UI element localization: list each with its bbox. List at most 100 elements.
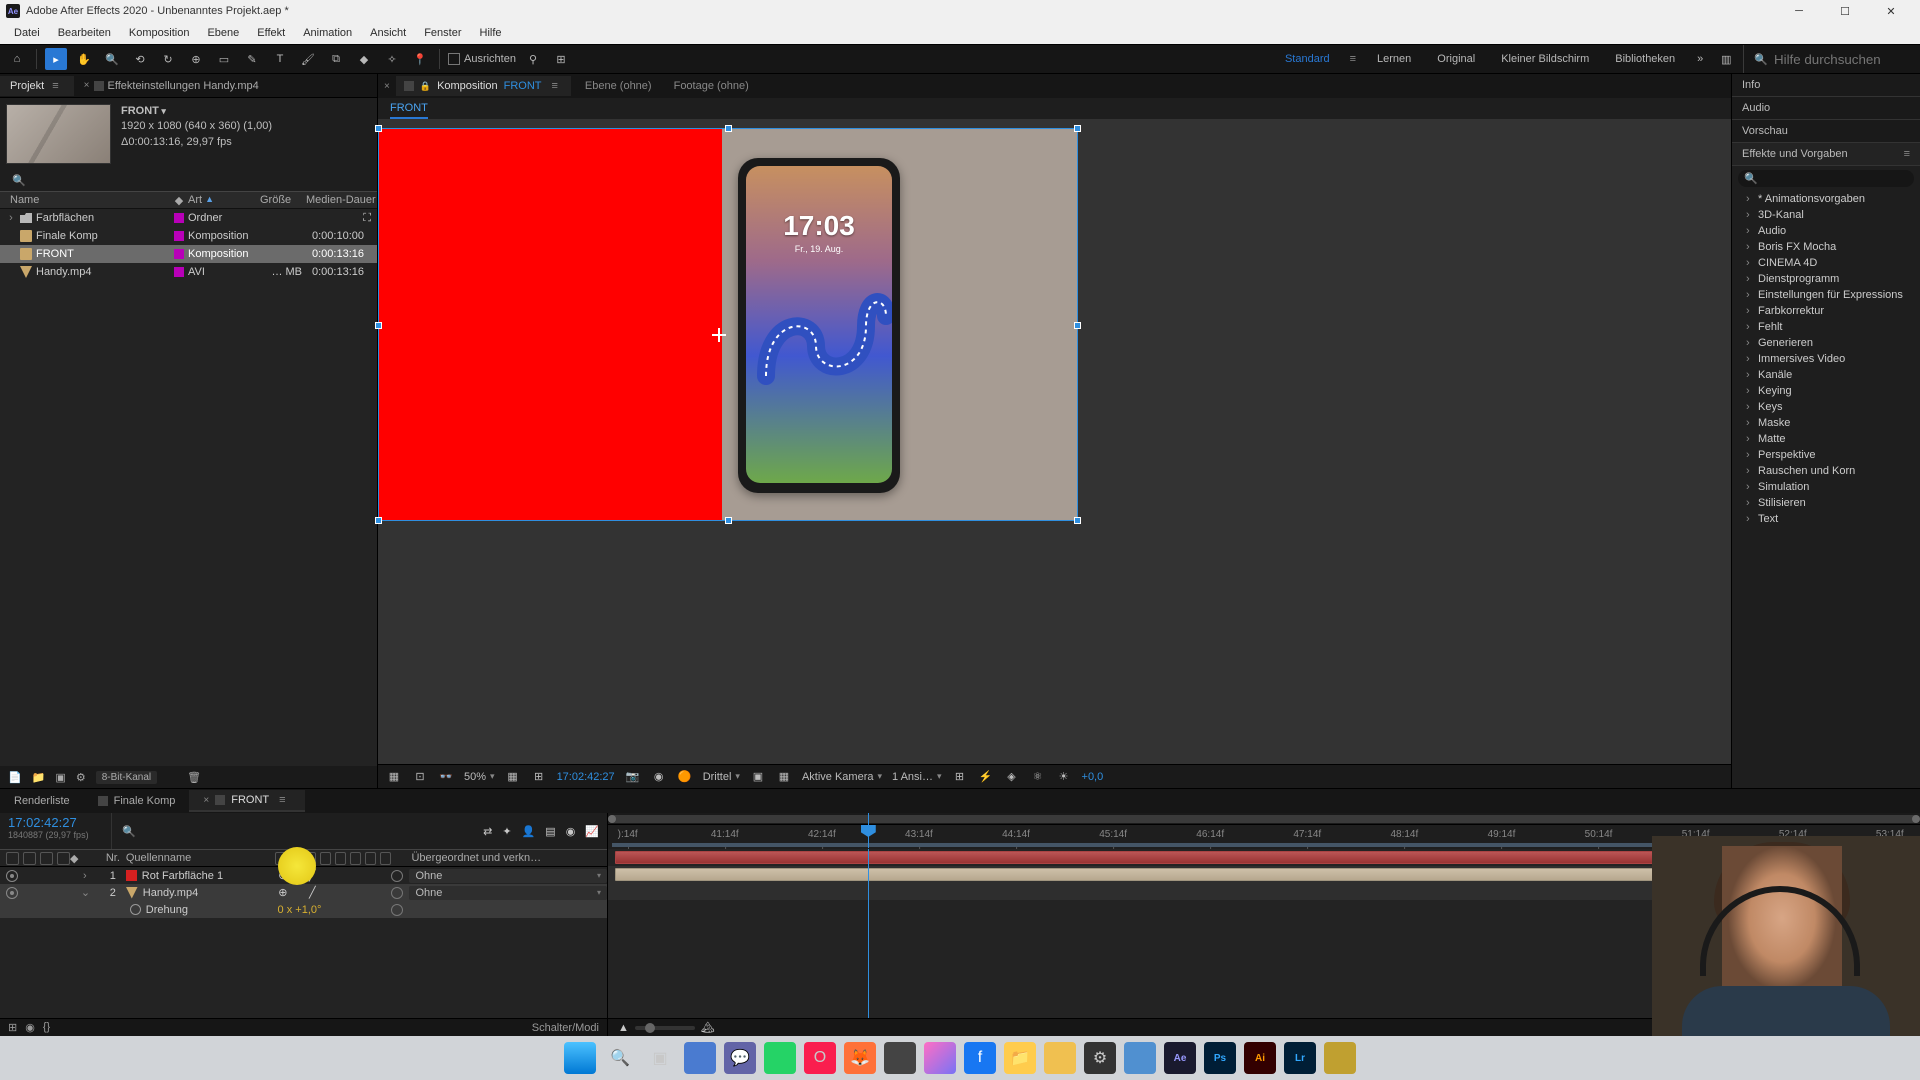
breadcrumb-item[interactable]: FRONT xyxy=(390,102,428,119)
zoom-tool[interactable]: 🔍 xyxy=(101,48,123,70)
effects-panel-header[interactable]: Effekte und Vorgaben≡ xyxy=(1732,143,1920,166)
graph-editor-icon[interactable]: 📈 xyxy=(585,825,599,838)
fx-category[interactable]: Audio xyxy=(1732,223,1920,239)
motion-blur-icon[interactable]: ◉ xyxy=(566,825,576,838)
shy-switch[interactable]: ⊕ xyxy=(278,869,287,882)
pen-tool[interactable]: ✎ xyxy=(241,48,263,70)
menu-animation[interactable]: Animation xyxy=(295,25,360,41)
zoom-out-icon[interactable]: ▲ xyxy=(618,1022,629,1034)
project-item-folder[interactable]: ›Farbflächen Ordner ⛶ xyxy=(0,209,377,227)
layer-name[interactable]: Rot Farbfläche 1 xyxy=(142,870,223,882)
fx-category[interactable]: Keying xyxy=(1732,383,1920,399)
quality-switch[interactable]: ╱ xyxy=(309,869,316,882)
timeline-search[interactable]: 🔍 xyxy=(112,813,483,849)
menu-help[interactable]: Hilfe xyxy=(472,25,510,41)
menu-composition[interactable]: Komposition xyxy=(121,25,198,41)
fx-category[interactable]: Text xyxy=(1732,511,1920,527)
fx-category[interactable]: Stilisieren xyxy=(1732,495,1920,511)
start-button[interactable] xyxy=(564,1042,596,1074)
timeline-tab[interactable]: Finale Komp xyxy=(84,791,190,811)
menu-window[interactable]: Fenster xyxy=(416,25,469,41)
fx-category[interactable]: Keys xyxy=(1732,399,1920,415)
taskbar-app[interactable] xyxy=(1044,1042,1076,1074)
layer-tab[interactable]: Ebene (ohne) xyxy=(577,76,660,96)
timeline-navigator[interactable] xyxy=(608,813,1920,825)
exposure-icon[interactable]: ☀ xyxy=(1056,769,1072,785)
new-folder-icon[interactable]: 📁 xyxy=(32,771,46,784)
show-snapshot-icon[interactable]: ◉ xyxy=(651,769,667,785)
footage-tab[interactable]: Footage (ohne) xyxy=(666,76,757,96)
snap-grid-icon[interactable]: ⊞ xyxy=(550,48,572,70)
maximize-button[interactable]: ☐ xyxy=(1822,0,1868,22)
snap-opts-icon[interactable]: ⚲ xyxy=(522,48,544,70)
red-solid-layer[interactable] xyxy=(378,128,722,521)
col-size[interactable]: Größe xyxy=(260,194,306,206)
comp-name[interactable]: FRONT xyxy=(121,104,272,119)
property-value[interactable]: 0 x +1,0° xyxy=(278,904,322,916)
info-panel-header[interactable]: Info xyxy=(1732,74,1920,97)
renderer-icon[interactable]: ⚛ xyxy=(1030,769,1046,785)
fx-category[interactable]: Einstellungen für Expressions xyxy=(1732,287,1920,303)
minimize-button[interactable]: ─ xyxy=(1776,0,1822,22)
label-swatch[interactable] xyxy=(174,267,184,277)
visibility-toggle[interactable] xyxy=(6,870,18,882)
selection-tool[interactable]: ▸ xyxy=(45,48,67,70)
toggle-modes-icon[interactable]: ◉ xyxy=(25,1021,35,1034)
grid-icon[interactable]: ▦ xyxy=(505,769,521,785)
toggle-in-out-icon[interactable]: {} xyxy=(43,1021,50,1034)
close-button[interactable]: ✕ xyxy=(1868,0,1914,22)
fx-col[interactable] xyxy=(320,852,331,865)
taskbar-app[interactable]: 💬 xyxy=(724,1042,756,1074)
timeline-tab[interactable]: ×FRONT≡ xyxy=(189,790,304,812)
project-item-comp[interactable]: FRONT Komposition 0:00:13:16 xyxy=(0,245,377,263)
parent-select[interactable]: Ohne xyxy=(409,869,607,883)
moblur-col[interactable] xyxy=(350,852,361,865)
close-icon[interactable]: × xyxy=(203,795,209,806)
timeline-property[interactable]: Drehung 0 x +1,0° xyxy=(0,901,607,918)
project-item-footage[interactable]: Handy.mp4 AVI … MB 0:00:13:16 xyxy=(0,263,377,281)
workspace-standard-menu[interactable]: ≡ xyxy=(1346,53,1361,65)
comp-canvas[interactable]: 17:03 Fr., 19. Aug. xyxy=(378,128,1078,521)
taskbar-app[interactable] xyxy=(884,1042,916,1074)
taskbar-obs[interactable]: ⚙ xyxy=(1084,1042,1116,1074)
zoom-in-icon[interactable]: 🏔 xyxy=(701,1021,715,1034)
visibility-toggle[interactable] xyxy=(6,887,18,899)
effect-controls-tab[interactable]: ×Effekteinstellungen Handy.mp4 xyxy=(74,76,269,96)
tab-menu-icon[interactable]: ≡ xyxy=(275,794,290,806)
eraser-tool[interactable]: ◆ xyxy=(353,48,375,70)
views-select[interactable]: 1 Ansi… xyxy=(892,771,942,783)
label-col-icon[interactable]: ◆ xyxy=(70,853,78,865)
fx-category[interactable]: Dienstprogramm xyxy=(1732,271,1920,287)
fast-preview-icon[interactable]: ⚡ xyxy=(978,769,994,785)
fx-category[interactable]: Boris FX Mocha xyxy=(1732,239,1920,255)
taskbar-photoshop[interactable]: Ps xyxy=(1204,1042,1236,1074)
help-search-input[interactable] xyxy=(1774,52,1914,67)
channel-icon[interactable]: ⊡ xyxy=(412,769,428,785)
collapse-col[interactable] xyxy=(290,852,301,865)
quality-col[interactable] xyxy=(305,852,316,865)
anchor-point-icon[interactable] xyxy=(712,328,726,342)
taskbar-illustrator[interactable]: Ai xyxy=(1244,1042,1276,1074)
3d-col[interactable] xyxy=(380,852,391,865)
effects-search[interactable]: 🔍 xyxy=(1738,170,1914,187)
taskbar-facebook[interactable]: f xyxy=(964,1042,996,1074)
exposure-value[interactable]: +0,0 xyxy=(1082,771,1104,783)
roi-icon[interactable]: ▣ xyxy=(750,769,766,785)
pickwhip-icon[interactable] xyxy=(391,887,403,899)
draft3d-icon[interactable]: ✦ xyxy=(502,825,511,838)
color-mgmt-icon[interactable]: 🟠 xyxy=(677,769,693,785)
3d-icon[interactable]: ◈ xyxy=(1004,769,1020,785)
workspace-options-icon[interactable]: ▥ xyxy=(1715,48,1737,70)
rotate-tool[interactable]: ↻ xyxy=(157,48,179,70)
label-swatch[interactable] xyxy=(174,231,184,241)
frameblend-col[interactable] xyxy=(335,852,346,865)
mask-icon[interactable]: 👓 xyxy=(438,769,454,785)
comp-mini-flow-icon[interactable]: ⇄ xyxy=(483,825,492,838)
lock-icon[interactable]: 🔒 xyxy=(420,81,431,92)
roto-tool[interactable]: ✧ xyxy=(381,48,403,70)
shy-switch-col[interactable] xyxy=(275,852,286,865)
label-swatch[interactable] xyxy=(174,249,184,259)
fx-category[interactable]: CINEMA 4D xyxy=(1732,255,1920,271)
timeline-layer[interactable]: ⌄ 2 Handy.mp4 ⊕╱ Ohne xyxy=(0,884,607,901)
twirl-icon[interactable]: › xyxy=(81,870,89,882)
